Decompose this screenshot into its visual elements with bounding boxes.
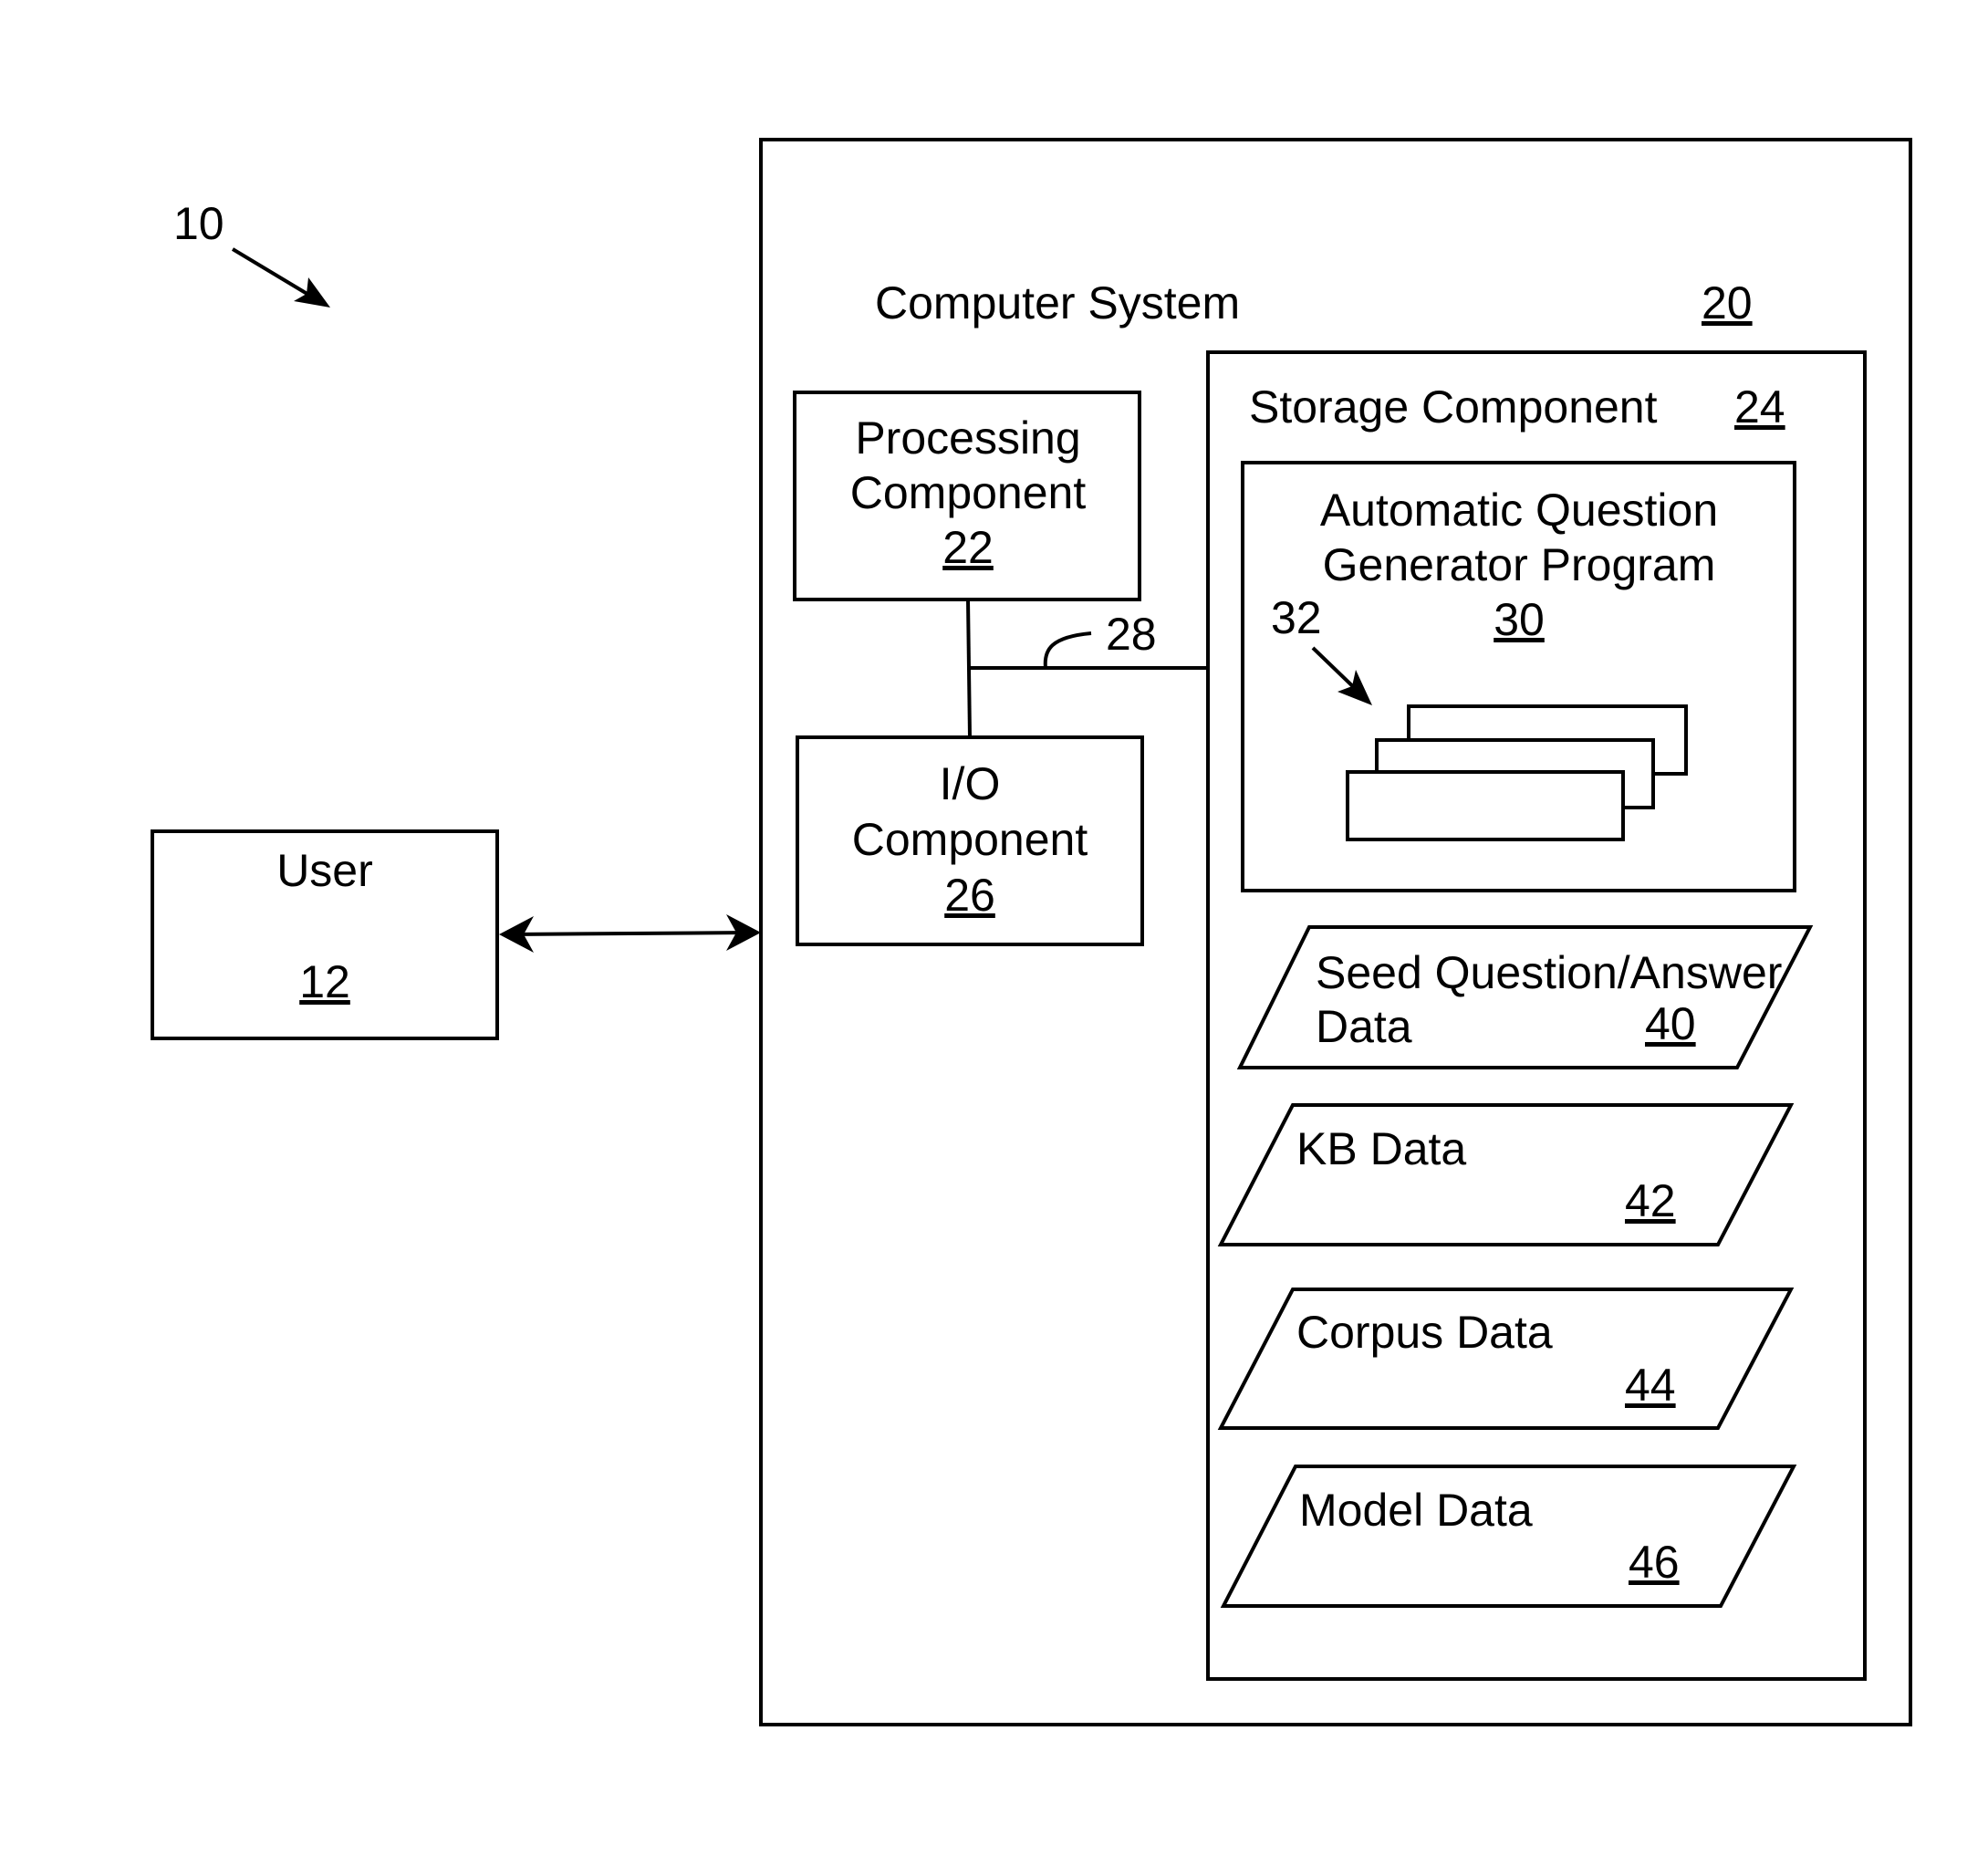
storage-ref: 24 xyxy=(1734,381,1785,433)
bus-ref: 28 xyxy=(1106,609,1157,660)
processing-label-line1: Processing xyxy=(855,412,1080,464)
user-label: User xyxy=(276,845,373,896)
io-ref: 26 xyxy=(944,870,995,921)
kb-data-label: KB Data xyxy=(1296,1123,1466,1174)
program-label-line1: Automatic Question xyxy=(1320,485,1718,536)
system-diagram: 10 User 12 Computer System 20 Processing… xyxy=(151,138,1912,1726)
corpus-data-label: Corpus Data xyxy=(1296,1307,1553,1358)
model-data-ref: 46 xyxy=(1629,1537,1680,1588)
system-ref-arrow xyxy=(231,247,330,308)
io-label-line2: Component xyxy=(852,814,1088,865)
corpus-data-ref: 44 xyxy=(1625,1360,1676,1411)
io-label-line1: I/O xyxy=(940,758,1001,809)
system-ref-label: 10 xyxy=(173,198,224,249)
storage-label: Storage Component xyxy=(1249,381,1658,433)
seed-qa-label-line1: Seed Question/Answer xyxy=(1316,947,1782,998)
program-label-line2: Generator Program xyxy=(1323,539,1716,590)
kb-data-ref: 42 xyxy=(1625,1175,1676,1226)
processing-ref: 22 xyxy=(942,522,994,573)
seed-qa-ref: 40 xyxy=(1645,998,1696,1049)
model-data-label: Model Data xyxy=(1299,1485,1533,1536)
computer-system-label: Computer System xyxy=(875,277,1240,328)
computer-system-ref: 20 xyxy=(1702,277,1753,328)
user-io-double-arrow xyxy=(499,914,761,953)
user-ref: 12 xyxy=(299,956,350,1007)
processing-label-line2: Component xyxy=(850,467,1087,518)
modules-ref: 32 xyxy=(1271,592,1322,643)
seed-qa-label-line2: Data xyxy=(1316,1001,1412,1052)
program-ref: 30 xyxy=(1494,594,1545,645)
module-rect xyxy=(1346,770,1625,841)
